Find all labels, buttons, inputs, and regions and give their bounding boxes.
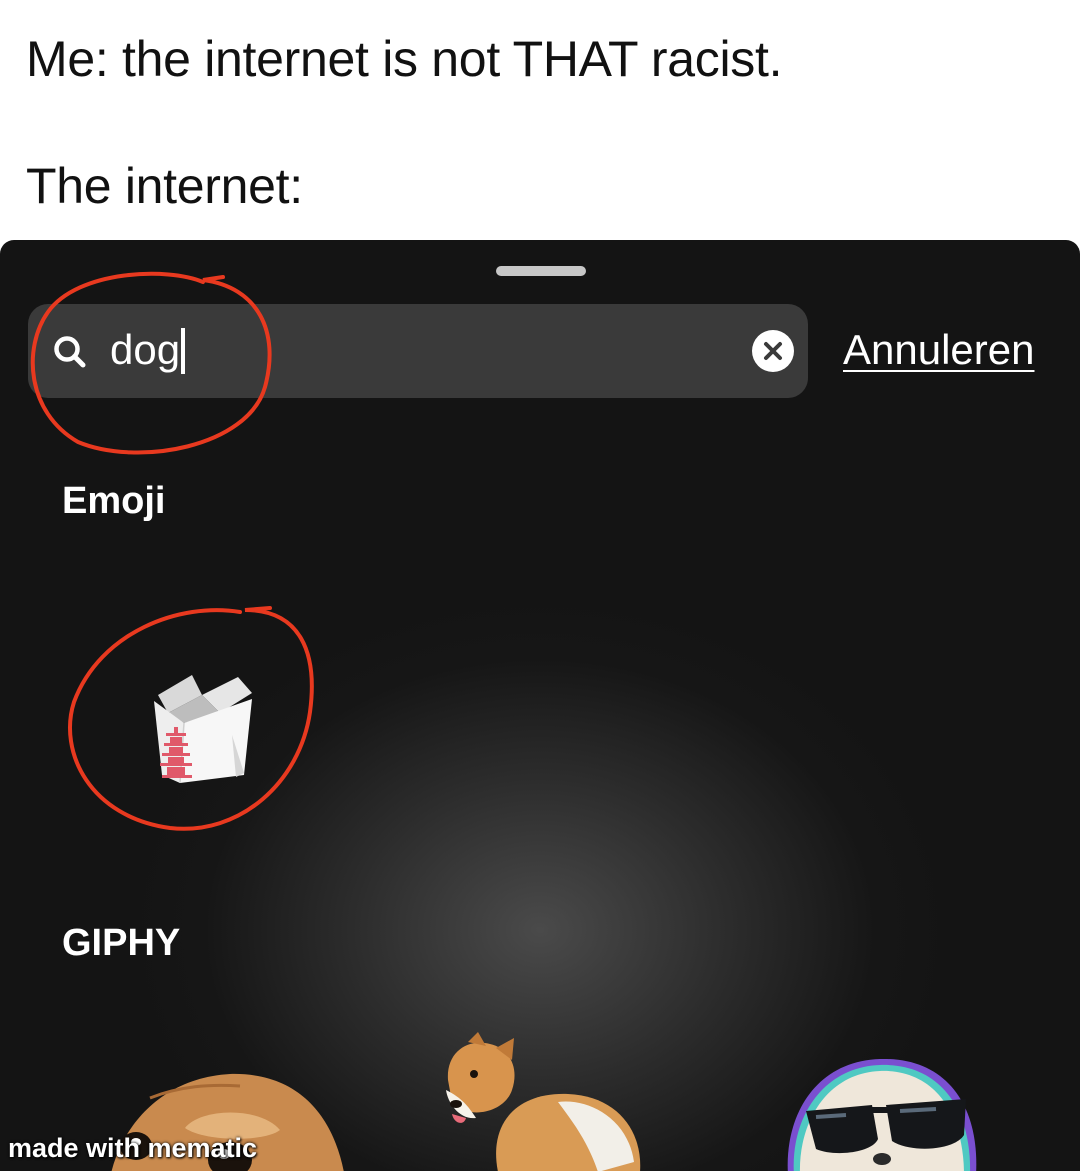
cancel-button[interactable]: Annuleren	[843, 326, 1034, 374]
clear-search-button[interactable]	[752, 330, 794, 372]
dog-sunglasses-sticker[interactable]	[776, 1055, 986, 1171]
giphy-section-title: GIPHY	[62, 922, 181, 964]
text-caret	[181, 328, 186, 374]
meme-page: Me: the internet is not THAT racist. The…	[0, 0, 1080, 1171]
corgi-sticker[interactable]	[438, 1032, 648, 1171]
search-field-value[interactable]: dog	[110, 326, 186, 374]
search-icon	[54, 336, 86, 368]
search-input[interactable]: dog	[28, 304, 808, 398]
mematic-watermark: made with mematic	[8, 1133, 258, 1163]
sheet-grabber-handle[interactable]	[496, 266, 586, 276]
caption-line-2: The internet:	[26, 158, 303, 214]
meme-caption: Me: the internet is not THAT racist. The…	[0, 0, 1080, 240]
sticker-search-sheet: dog Annuleren Emoji GIPHY	[0, 240, 1080, 1171]
close-icon	[764, 342, 782, 360]
caption-line-1: Me: the internet is not THAT racist.	[26, 31, 783, 87]
emoji-section-title: Emoji	[62, 480, 166, 522]
takeout-box-icon[interactable]	[140, 665, 266, 791]
